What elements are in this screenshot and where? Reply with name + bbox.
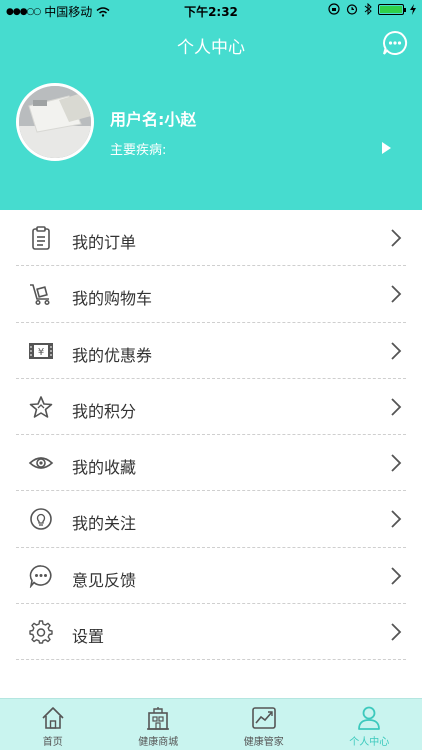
page-title: 个人中心 [177,38,245,58]
message-button[interactable] [382,30,408,56]
menu-item-label: 我的购物车 [72,289,153,309]
tab-personal-center[interactable]: 个人中心 [317,699,422,750]
home-icon [42,707,64,729]
coupon-icon: ¥ [29,342,53,359]
bulb-icon [30,508,52,531]
chevron-right-icon [391,285,402,303]
menu-item-label: 我的收藏 [72,458,137,478]
tab-health-manager[interactable]: 健康管家 [211,699,317,750]
menu-item-coupons[interactable]: ¥ 我的优惠券 [16,323,406,379]
svg-text:¥: ¥ [38,347,44,358]
avatar[interactable] [16,83,94,161]
menu-item-label: 意见反馈 [72,570,137,590]
bluetooth-icon [364,3,372,15]
tab-label: 个人中心 [349,737,390,748]
clipboard-icon [32,226,50,250]
menu-item-feedback[interactable]: 意见反馈 [16,548,406,605]
menu-item-following[interactable]: 我的关注 [16,491,406,548]
username: 用户名:小赵 [110,110,197,129]
menu-item-label: 我的关注 [72,514,137,534]
menu-item-label: 我的积分 [72,401,137,421]
chevron-right-icon [391,623,402,641]
tab-home[interactable]: 首页 [0,699,106,750]
menu-item-label: 设置 [72,627,105,647]
avatar-image [19,86,91,158]
battery-icon [378,3,406,15]
cart-icon [30,284,50,306]
person-icon [358,706,381,730]
gear-icon [29,620,53,644]
store-icon [147,707,170,730]
chevron-right-icon [391,454,402,472]
chevron-right-icon [391,341,402,360]
navigation-bar: 个人中心 [0,22,422,66]
tab-label: 健康管家 [243,737,284,748]
menu-list: 我的订单 我的购物车 ¥ 我的优惠券 我的积分 我的收藏 我的关注 意见反馈 设… [0,210,422,661]
menu-item-favorites[interactable]: 我的收藏 [16,435,406,492]
tab-label: 首页 [42,737,63,748]
menu-item-settings[interactable]: 设置 [16,604,406,661]
menu-item-points[interactable]: 我的积分 [16,379,406,436]
chat-icon [29,564,52,588]
tab-label: 健康商城 [138,737,179,748]
tab-store[interactable]: 健康商城 [106,699,212,750]
chevron-right-icon [391,567,402,585]
menu-item-cart[interactable]: 我的购物车 [16,266,406,323]
menu-item-label: 我的订单 [72,233,137,252]
eye-icon [28,457,54,469]
chevron-right-icon [391,398,402,416]
profile-arrow-icon[interactable] [380,140,392,156]
tab-bar: 首页 健康商城 健康管家 个人中心 [0,698,422,750]
rotation-lock-icon [328,3,340,15]
menu-item-orders[interactable]: 我的订单 [16,210,406,267]
alarm-icon [346,4,358,15]
star-icon [29,396,53,418]
main-disease-label: 主要疾病: [110,143,167,158]
chart-icon [251,707,276,729]
charging-icon [410,3,416,15]
chevron-right-icon [391,510,402,529]
profile-header: ●●●○○ 中国移动 下午2:32 个人中心 用户名:小赵 主要疾病: [0,0,422,210]
chevron-right-icon [391,229,402,247]
status-bar: ●●●○○ 中国移动 下午2:32 [0,0,422,22]
menu-item-label: 我的优惠券 [72,345,153,365]
